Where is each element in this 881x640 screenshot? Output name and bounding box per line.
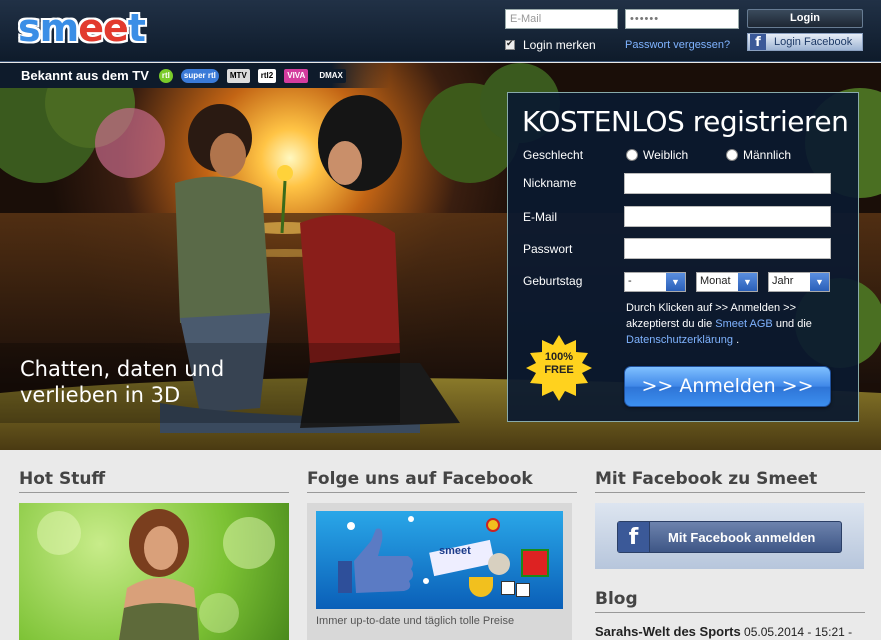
gender-label: Geschlecht bbox=[523, 148, 584, 162]
password-label: Passwort bbox=[523, 242, 573, 256]
terms-text-part2: und die bbox=[772, 318, 812, 330]
avatar-icon bbox=[488, 553, 510, 575]
chevron-down-icon: ▼ bbox=[810, 273, 829, 291]
facebook-follow-heading: Folge uns auf Facebook bbox=[307, 469, 577, 493]
login-button[interactable]: Login bbox=[747, 9, 863, 28]
tv-logo-mtv: MTV bbox=[226, 68, 250, 83]
login-email-input[interactable]: E-Mail bbox=[505, 9, 618, 29]
hero-tagline: Chatten, daten und verlieben in 3D bbox=[20, 356, 224, 408]
smeet-logo[interactable]: smeet bbox=[18, 8, 146, 48]
email-input[interactable] bbox=[624, 206, 831, 227]
tv-logo-dmax: DMAX bbox=[316, 68, 346, 83]
tv-logo-rtl: rtl bbox=[158, 68, 173, 83]
hot-stuff-avatar bbox=[37, 509, 275, 640]
hot-stuff-image[interactable] bbox=[19, 503, 289, 640]
blog-entry-date: 05.05.2014 - 15:21 - bbox=[740, 625, 853, 639]
login-password-input[interactable]: •••••• bbox=[625, 9, 739, 29]
register-submit-button[interactable]: >> Anmelden >> bbox=[624, 366, 831, 407]
smeet-newspaper-logo: smeet bbox=[439, 545, 471, 557]
terms-text: Durch Klicken auf >> Anmelden >> akzepti… bbox=[626, 300, 846, 348]
gender-female-option[interactable]: Weiblich bbox=[626, 148, 688, 162]
gender-female-label: Weiblich bbox=[643, 148, 689, 162]
tv-logo-rtl2: rtl2 bbox=[257, 68, 277, 83]
facebook-icon: f bbox=[750, 34, 766, 50]
medal-icon bbox=[486, 518, 500, 532]
month-value: Monat bbox=[700, 275, 731, 287]
tv-logo-viva: VIVA bbox=[284, 68, 309, 83]
facebook-signup-button[interactable]: f Mit Facebook anmelden bbox=[617, 521, 842, 553]
hot-stuff-heading: Hot Stuff bbox=[19, 469, 289, 493]
chevron-down-icon: ▼ bbox=[738, 273, 757, 291]
hero-tagline-line1: Chatten, daten und bbox=[20, 357, 225, 381]
password-input[interactable] bbox=[624, 238, 831, 259]
facebook-icon: f bbox=[618, 522, 650, 552]
year-value: Jahr bbox=[772, 275, 794, 287]
remember-label: Login merken bbox=[523, 38, 596, 52]
tv-bar-label: Bekannt aus dem TV bbox=[21, 68, 149, 83]
blog-entry[interactable]: Sarahs-Welt des Sports 05.05.2014 - 15:2… bbox=[595, 624, 852, 639]
forgot-password-link[interactable]: Passwort vergessen? bbox=[625, 39, 730, 51]
facebook-connect-heading: Mit Facebook zu Smeet bbox=[595, 469, 865, 493]
gender-male-label: Männlich bbox=[743, 148, 792, 162]
facebook-connect-box: f Mit Facebook anmelden bbox=[595, 503, 864, 569]
privacy-link[interactable]: Datenschutzerklärung bbox=[626, 334, 733, 346]
gift-icon bbox=[521, 549, 549, 577]
facebook-follow-caption: Immer up-to-date und täglich tolle Preis… bbox=[316, 615, 515, 627]
birthday-day-select[interactable]: - ▼ bbox=[624, 272, 686, 292]
radio-female[interactable] bbox=[626, 149, 638, 161]
facebook-login-button[interactable]: f Login Facebook bbox=[747, 33, 863, 51]
hero-tagline-line2: verlieben in 3D bbox=[20, 383, 181, 407]
chevron-down-icon: ▼ bbox=[666, 273, 685, 291]
agb-link[interactable]: Smeet AGB bbox=[715, 318, 772, 330]
tv-logo-superrtl: super rtl bbox=[180, 68, 219, 83]
free-badge: 100% FREE bbox=[526, 351, 592, 377]
free-badge-line1: 100% bbox=[544, 351, 574, 363]
birthday-year-select[interactable]: Jahr ▼ bbox=[768, 272, 830, 292]
gender-male-option[interactable]: Männlich bbox=[726, 148, 791, 162]
facebook-follow-box[interactable]: smeet Immer up-to-date und täglich tolle… bbox=[307, 503, 572, 640]
terms-text-part3: . bbox=[733, 334, 740, 346]
dice-icon bbox=[501, 581, 515, 595]
blog-entry-title[interactable]: Sarahs-Welt des Sports bbox=[595, 624, 741, 639]
birthday-month-select[interactable]: Monat ▼ bbox=[696, 272, 758, 292]
tv-bar: Bekannt aus dem TV rtl super rtl MTV rtl… bbox=[0, 63, 390, 88]
email-label: E-Mail bbox=[523, 210, 558, 224]
remember-checkbox[interactable] bbox=[505, 38, 515, 50]
facebook-login-label: Login Facebook bbox=[774, 36, 853, 48]
free-badge-line2: FREE bbox=[544, 364, 574, 376]
birthday-label: Geburtstag bbox=[523, 274, 583, 288]
day-value: - bbox=[628, 275, 632, 287]
facebook-promo-banner[interactable]: smeet bbox=[316, 511, 563, 609]
blog-heading: Blog bbox=[595, 589, 865, 613]
nickname-input[interactable] bbox=[624, 173, 831, 194]
facebook-signup-label: Mit Facebook anmelden bbox=[668, 529, 816, 545]
registration-panel: KOSTENLOS registrieren Geschlecht Weibli… bbox=[507, 92, 859, 422]
registration-title: KOSTENLOS registrieren bbox=[522, 105, 849, 138]
top-header: smeet E-Mail •••••• Login Login merken P… bbox=[0, 0, 881, 62]
remember-login[interactable]: Login merken bbox=[505, 38, 596, 52]
dice-icon bbox=[516, 583, 530, 597]
nickname-label: Nickname bbox=[523, 176, 577, 190]
radio-male[interactable] bbox=[726, 149, 738, 161]
